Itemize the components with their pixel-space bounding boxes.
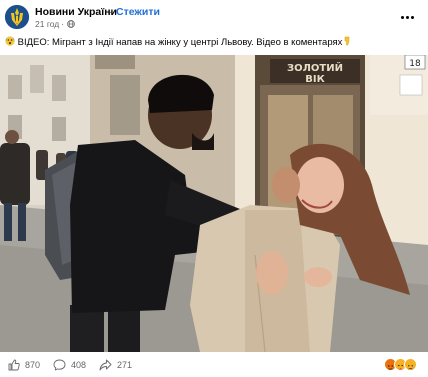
post-time[interactable]: 21 год [35,19,59,29]
post-photo[interactable]: ЗОЛОТИЙ ВІК 18 [0,55,428,352]
meta-separator: · [61,19,65,29]
comment-bubble-icon [53,359,66,371]
shop-sign-text: ЗОЛОТИЙ [287,61,343,74]
page-name[interactable]: Новини України [35,6,117,18]
like-action[interactable]: 870 [8,359,40,371]
post-meta: 21 год · [35,19,75,29]
reactions-summary[interactable] [384,358,420,372]
comment-action[interactable]: 408 [53,359,86,371]
thumbs-up-icon [8,359,20,371]
facebook-post-card: Новини України · Стежити 21 год · ВІДЕО:… [0,0,428,377]
house-number: 18 [409,59,421,69]
post-header: Новини України · Стежити 21 год · [0,0,428,34]
globe-icon [67,20,75,28]
shocked-face-emoji [5,36,15,46]
post-text: ВІДЕО: Мігрант з Індії напав на жінку у … [5,36,425,48]
more-options-icon[interactable] [398,10,416,24]
pointing-down-hand-emoji [342,36,352,46]
page-avatar[interactable] [5,5,29,29]
header-separator: · [109,6,113,18]
follow-button[interactable]: Стежити [116,6,160,18]
comments-count: 408 [71,360,87,370]
likes-count: 870 [25,360,41,370]
shop-sign-subtext: ВІК [305,74,325,85]
shares-count: 271 [117,360,133,370]
share-arrow-icon [99,359,112,371]
sad-reaction-icon [404,358,417,371]
post-text-body: ВІДЕО: Мігрант з Індії напав на жінку у … [17,37,343,48]
share-action[interactable]: 271 [99,359,132,371]
post-footer: 870 408 271 [0,352,428,377]
